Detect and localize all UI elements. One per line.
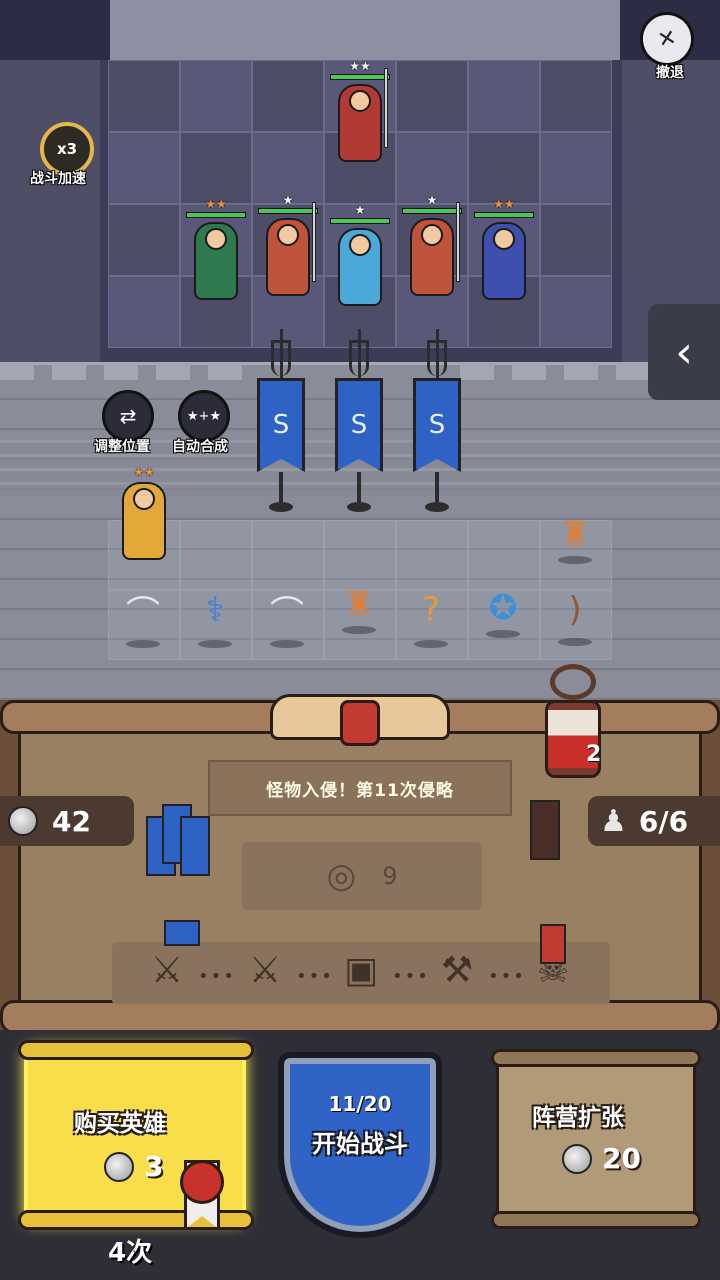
ally-banner: S: [254, 329, 308, 512]
crossed-swords-icon: ⚔: [150, 950, 184, 991]
chevron-left-icon: ‹: [675, 326, 693, 378]
wave-reward-amount: 9: [382, 862, 398, 890]
coin-stack-icon: ◎: [326, 856, 357, 896]
hp-bar: [330, 74, 390, 80]
ally-camp-icon: [180, 816, 210, 876]
speed-multiplier: x3: [56, 140, 78, 158]
coin-counter: 42: [0, 796, 134, 846]
coin-icon: [8, 806, 38, 836]
wave-reward: ◎ 9: [242, 842, 482, 910]
bow-icon[interactable]: ⌒: [118, 580, 168, 640]
grid-tile[interactable]: [252, 60, 324, 132]
armor-icon[interactable]: ♜: [334, 574, 384, 634]
book-icon[interactable]: ✪: [478, 578, 528, 638]
enemy-camp-icon: [530, 800, 560, 860]
start-battle-label: 开始战斗: [312, 1130, 408, 1158]
grid-tile[interactable]: [108, 204, 180, 276]
anvil-icon: ⚒: [440, 950, 474, 991]
ally-position-flag-icon: [164, 920, 200, 946]
path-dots: •••: [392, 966, 430, 987]
star-merge-icon: ★+★: [186, 408, 222, 424]
buy-hero-label: 购买英雄: [74, 1111, 166, 1137]
grid-tile[interactable]: [468, 60, 540, 132]
camp-expand-button[interactable]: [491, 1049, 701, 1229]
unit-spearman[interactable]: ★: [258, 194, 318, 296]
staff-icon[interactable]: ⚕: [190, 580, 240, 640]
unit-strategist[interactable]: ★★: [474, 198, 534, 300]
camp-expand-price: 20: [562, 1142, 641, 1175]
treasure-chest-icon: ▣: [343, 950, 378, 991]
grid-tile[interactable]: [180, 132, 252, 204]
auto-merge-button[interactable]: ★+★: [178, 390, 230, 442]
ally-banner: S: [410, 329, 464, 512]
coin-amount: 42: [52, 804, 91, 838]
dragon-flag-icon: S: [257, 378, 305, 472]
grid-tile[interactable]: [468, 132, 540, 204]
buy-hero-times: 4次: [108, 1238, 153, 1268]
retreat-label: 撤退: [656, 65, 684, 81]
grid-tile[interactable]: [540, 276, 612, 348]
unit-stars: ★: [282, 193, 294, 207]
grid-tile[interactable]: [396, 60, 468, 132]
coin-icon: [104, 1151, 134, 1182]
cane-icon[interactable]: ?: [406, 580, 456, 640]
hp-bar: [474, 212, 534, 218]
longbow-icon[interactable]: ): [550, 580, 600, 640]
camp-expand-price-value: 20: [602, 1142, 641, 1175]
crossed-swords-icon: ⚔: [248, 950, 282, 991]
unit-stars: ★: [426, 193, 438, 207]
battle-count: 11/20: [328, 1092, 392, 1116]
auto-merge-label: 自动合成: [172, 439, 228, 455]
swap-arrows-icon: ⇄: [119, 404, 137, 428]
medal-icon: [180, 1160, 224, 1204]
grid-tile[interactable]: [108, 276, 180, 348]
wave-title: 怪物入侵！第11次侵略: [208, 760, 512, 816]
wax-seal-icon: [340, 700, 380, 746]
hp-bar: [186, 212, 246, 218]
coin-icon: [562, 1143, 592, 1174]
grid-tile[interactable]: [540, 60, 612, 132]
grid-tile[interactable]: [540, 132, 612, 204]
unit-spearman[interactable]: ★: [402, 194, 462, 296]
population-counter: ♟ 6/6: [588, 796, 720, 846]
top-strip: [110, 0, 620, 60]
hourglass-count: 2: [586, 742, 602, 767]
enemy-position-flag-icon: [540, 924, 566, 964]
unit-stars: ★★: [349, 59, 371, 73]
unit-rifleman[interactable]: ★★: [186, 198, 246, 300]
unit-stars: ★★: [205, 197, 227, 211]
path-dots: •••: [296, 966, 334, 987]
grid-tile[interactable]: [108, 132, 180, 204]
speed-up-label: 战斗加速: [30, 171, 86, 187]
camp-expand-label: 阵营扩张: [532, 1105, 624, 1131]
ally-banner: S: [332, 329, 386, 512]
dragon-flag-icon: S: [413, 378, 461, 472]
unit-stars: ★: [354, 203, 366, 217]
unit-shield-warrior[interactable]: ★★: [330, 60, 390, 162]
adjust-position-label: 调整位置: [94, 439, 150, 455]
path-dots: •••: [198, 966, 236, 987]
bow-icon[interactable]: ⌒: [262, 580, 312, 640]
retreat-flag-icon: ✕: [655, 24, 679, 54]
path-dots: •••: [488, 966, 526, 987]
unit-stars: ★★: [133, 465, 155, 479]
unit-stars: ★★: [493, 197, 515, 211]
buy-hero-price-value: 3: [144, 1150, 164, 1183]
pawn-icon: ♟: [600, 803, 627, 839]
unit-mage[interactable]: ★: [330, 204, 390, 306]
hp-bar: [258, 208, 318, 214]
adjust-position-button[interactable]: ⇄: [102, 390, 154, 442]
side-panel-toggle[interactable]: ‹: [648, 304, 720, 400]
hp-bar: [330, 218, 390, 224]
grid-tile[interactable]: [108, 60, 180, 132]
grid-tile[interactable]: [540, 204, 612, 276]
buy-hero-price: 3: [104, 1150, 163, 1183]
dragon-flag-icon: S: [335, 378, 383, 472]
grid-tile[interactable]: [180, 60, 252, 132]
unit-bench-hero[interactable]: ★★: [114, 466, 174, 560]
population-value: 6/6: [638, 804, 689, 838]
hp-bar: [402, 208, 462, 214]
armor-icon[interactable]: ♜: [550, 504, 600, 564]
